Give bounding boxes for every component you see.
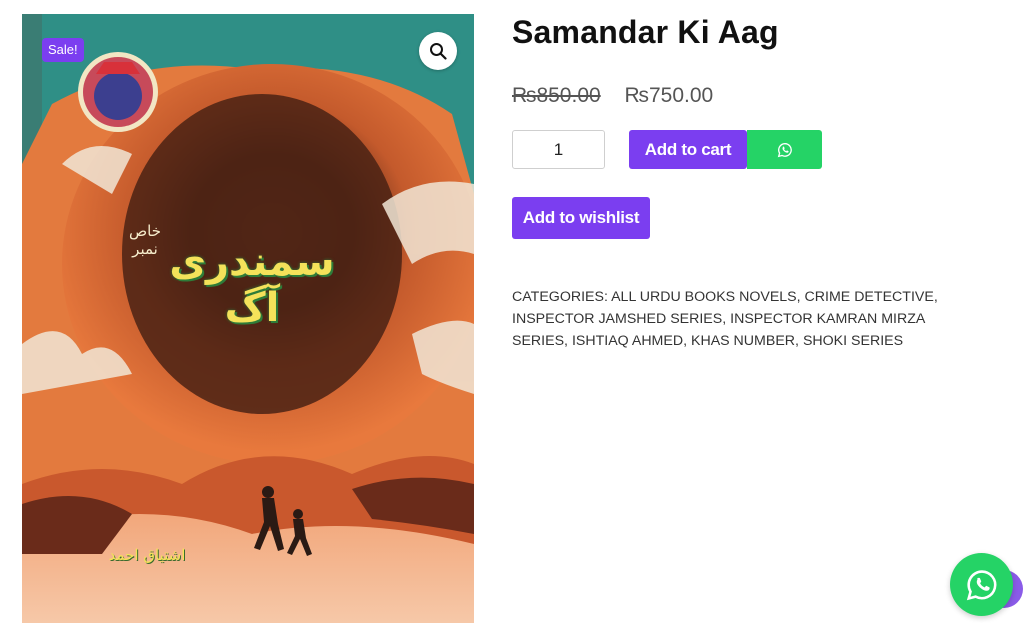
category-link[interactable]: KHAS NUMBER — [691, 333, 795, 349]
category-link[interactable]: ISHTIAQ AHMED — [572, 333, 683, 349]
zoom-button[interactable] — [419, 32, 457, 70]
regular-price: ₨850.00 — [512, 84, 601, 107]
add-to-cart-button[interactable]: Add to cart — [629, 130, 747, 169]
sale-price: ₨750.00 — [624, 84, 714, 107]
category-link[interactable]: SHOKI SERIES — [803, 333, 903, 349]
cover-author: اشتیاق احمد — [108, 546, 186, 564]
sale-badge: Sale! — [42, 38, 84, 62]
product-gallery[interactable]: خاص نمبر سمندری آگ اشتیاق احمد Sale! — [22, 14, 474, 623]
category-link[interactable]: ALL URDU BOOKS NOVELS — [611, 289, 797, 305]
whatsapp-order-button[interactable] — [747, 130, 822, 169]
quantity-input[interactable] — [512, 130, 605, 169]
cover-title: سمندری آگ — [169, 239, 335, 331]
whatsapp-icon — [966, 569, 996, 600]
whatsapp-icon — [777, 142, 792, 157]
product-categories: CATEGORIES: ALL URDU BOOKS NOVELS, CRIME… — [512, 289, 938, 349]
search-icon — [430, 43, 447, 60]
categories-label: CATEGORIES: — [512, 289, 608, 305]
add-to-wishlist-button[interactable]: Add to wishlist — [512, 197, 650, 239]
floating-whatsapp-button[interactable] — [950, 553, 1013, 616]
price: ₨850.00 ₨750.00 — [512, 84, 713, 108]
category-link[interactable]: INSPECTOR JAMSHED SERIES — [512, 311, 722, 327]
product-title: Samandar Ki Aag — [512, 14, 779, 50]
category-link[interactable]: CRIME DETECTIVE — [805, 289, 934, 305]
